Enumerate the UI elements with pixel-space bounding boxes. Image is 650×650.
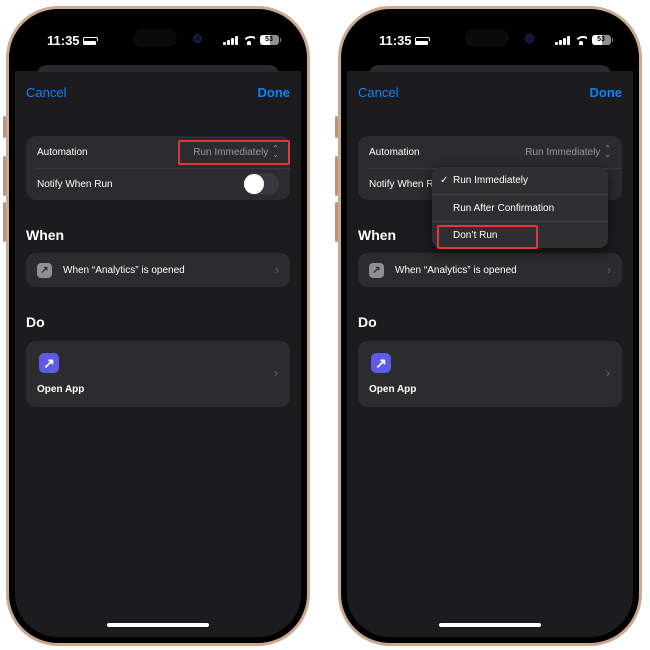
settings-group: Automation Run Immediately ⌃ ⌄ Notify Whe… (26, 136, 290, 200)
battery-level: 53 (597, 36, 605, 43)
when-trigger-row[interactable]: ↗ When “Analytics” is opened › (358, 253, 622, 287)
screen: 11:35 53 Cancel Done Automation Run Imme… (347, 15, 633, 637)
menu-item-label: Run After Confirmation (453, 202, 555, 214)
nav-bar: Cancel Done (358, 85, 622, 100)
automation-picker[interactable]: Run Immediately ⌃ ⌄ (193, 144, 279, 159)
camera-indicator (193, 34, 202, 43)
automation-sheet: Cancel Done Automation Run Immediately ⌃… (15, 72, 301, 637)
arrow-up-right-icon: ↗ (371, 353, 391, 373)
trigger-text: When “Analytics” is opened (63, 264, 185, 276)
chevron-right-icon: › (607, 263, 611, 277)
dynamic-island (465, 29, 509, 47)
volume-up-button (3, 156, 6, 196)
automation-value: Run Immediately (525, 146, 601, 158)
automation-picker[interactable]: Run Immediately ⌃ ⌄ (525, 144, 611, 159)
arrow-up-right-icon: ↗ (37, 262, 52, 278)
done-button[interactable]: Done (590, 85, 623, 100)
battery-level: 53 (265, 36, 273, 43)
automation-row: Automation Run Immediately ⌃ ⌄ (26, 136, 290, 168)
automation-label: Automation (37, 146, 88, 158)
automation-label: Automation (369, 146, 420, 158)
when-section-title: When (26, 227, 65, 243)
do-section-title: Do (358, 314, 377, 330)
battery-icon: 53 (591, 35, 611, 45)
arrow-up-right-icon: ↗ (369, 262, 384, 278)
menu-item-run-after-confirmation[interactable]: Run After Confirmation (432, 194, 608, 221)
volume-up-button (335, 156, 338, 196)
status-bar: 11:35 53 (15, 15, 301, 71)
do-section-title: Do (26, 314, 45, 330)
wifi-icon (242, 35, 255, 45)
action-button (335, 116, 338, 138)
status-time: 11:35 (47, 33, 98, 48)
phone-right: 11:35 53 Cancel Done Automation Run Imme… (335, 6, 642, 646)
chevron-up-down-icon: ⌃ ⌄ (604, 144, 611, 159)
volume-down-button (3, 202, 6, 242)
cancel-button[interactable]: Cancel (358, 85, 398, 100)
screen: 11:35 53 Cancel Done Automation Run Imme… (15, 15, 301, 637)
chevron-right-icon: › (606, 366, 610, 380)
battery-tip (279, 38, 281, 42)
dynamic-island (133, 29, 177, 47)
status-bar: 11:35 53 (347, 15, 633, 71)
notify-toggle[interactable] (243, 173, 279, 195)
home-indicator[interactable] (107, 623, 209, 627)
toggle-knob (244, 174, 264, 194)
cancel-button[interactable]: Cancel (26, 85, 66, 100)
arrow-up-right-icon: ↗ (39, 353, 59, 373)
home-indicator[interactable] (439, 623, 541, 627)
status-time: 11:35 (379, 33, 430, 48)
done-button[interactable]: Done (258, 85, 291, 100)
volume-down-button (335, 202, 338, 242)
chevron-right-icon: › (275, 263, 279, 277)
menu-item-label: Don’t Run (453, 229, 498, 241)
cellular-signal-icon (223, 35, 238, 45)
battery-tip (611, 38, 613, 42)
automation-sheet: Cancel Done Automation Run Immediately ⌃… (347, 72, 633, 637)
when-trigger-row[interactable]: ↗ When “Analytics” is opened › (26, 253, 290, 287)
sleep-focus-icon (414, 36, 430, 45)
nav-bar: Cancel Done (26, 85, 290, 100)
notify-row: Notify When Run (26, 168, 290, 200)
menu-item-label: Run Immediately (453, 175, 529, 186)
when-section-title: When (358, 227, 397, 243)
phone-left: 11:35 53 Cancel Done Automation Run Imme… (3, 6, 310, 646)
camera-indicator (525, 34, 534, 43)
cellular-signal-icon (555, 35, 570, 45)
action-label: Open App (37, 384, 85, 395)
action-label: Open App (369, 384, 417, 395)
open-app-action[interactable]: ↗ Open App › (358, 341, 622, 407)
automation-row: Automation Run Immediately ⌃ ⌄ (358, 136, 622, 168)
automation-menu: ✓ Run Immediately Run After Confirmation… (432, 167, 608, 248)
time-label: 11:35 (47, 33, 80, 48)
time-label: 11:35 (379, 33, 412, 48)
chevron-right-icon: › (274, 366, 278, 380)
sleep-focus-icon (82, 36, 98, 45)
wifi-icon (574, 35, 587, 45)
menu-item-dont-run[interactable]: Don’t Run (432, 221, 608, 248)
checkmark-icon: ✓ (440, 175, 449, 186)
trigger-text: When “Analytics” is opened (395, 264, 517, 276)
battery-icon: 53 (259, 35, 279, 45)
notify-label: Notify When Run (37, 178, 113, 190)
chevron-up-down-icon: ⌃ ⌄ (272, 144, 279, 159)
automation-value: Run Immediately (193, 146, 269, 158)
action-button (3, 116, 6, 138)
menu-item-run-immediately[interactable]: ✓ Run Immediately (432, 167, 608, 194)
open-app-action[interactable]: ↗ Open App › (26, 341, 290, 407)
